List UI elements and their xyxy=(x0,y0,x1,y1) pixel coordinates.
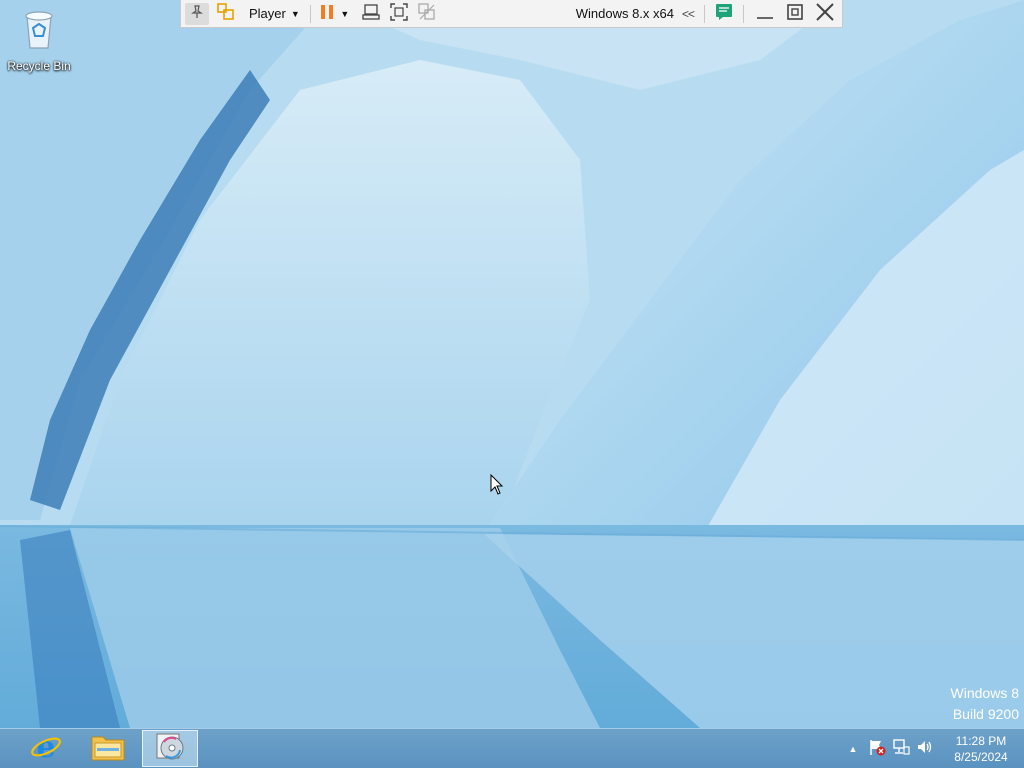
desktop-icon-label: Recycle Bin xyxy=(7,59,71,73)
restore-button[interactable] xyxy=(780,1,810,27)
system-tray: ▲ 11:28 PM 8/25/2024 xyxy=(844,729,1024,769)
chevron-down-icon: ▼ xyxy=(340,8,350,19)
desktop-wallpaper xyxy=(0,0,1024,768)
fullscreen-button[interactable] xyxy=(385,1,413,27)
pause-icon xyxy=(320,4,334,23)
action-center-button[interactable] xyxy=(868,738,886,761)
windows-build-watermark: Windows 8 Build 9200 xyxy=(951,683,1019,725)
unity-icon xyxy=(217,3,235,24)
fullscreen-icon xyxy=(390,3,408,24)
network-button[interactable] xyxy=(892,738,910,761)
svg-text:e: e xyxy=(36,730,55,762)
close-icon xyxy=(815,2,835,25)
collapse-toolbar-button[interactable]: << xyxy=(682,7,695,21)
chevron-up-icon: ▲ xyxy=(848,744,858,754)
action-center-flag-icon xyxy=(868,738,886,761)
taskbar-internet-explorer[interactable]: e xyxy=(18,730,74,767)
message-log-button[interactable] xyxy=(711,1,737,27)
send-ctrl-alt-del-icon xyxy=(362,3,380,24)
player-menu-label: Player xyxy=(249,6,286,21)
unity-button[interactable] xyxy=(213,1,239,27)
pin-icon xyxy=(190,5,204,22)
glacier-wallpaper-art xyxy=(0,0,1024,768)
clock-date: 8/25/2024 xyxy=(954,750,1008,764)
minimize-button[interactable] xyxy=(750,1,780,27)
taskbar: e ▲ 11:28 PM 8/25/2024 xyxy=(0,728,1024,768)
pause-button[interactable] xyxy=(317,1,337,27)
mouse-cursor-icon xyxy=(490,473,504,501)
watermark-edition: Windows 8 xyxy=(950,685,1019,701)
network-icon xyxy=(892,738,910,761)
recycle-bin-icon xyxy=(19,6,59,55)
volume-button[interactable] xyxy=(916,740,934,758)
file-explorer-icon xyxy=(91,731,125,766)
volume-icon xyxy=(916,738,934,761)
power-options-dropdown[interactable]: ▼ xyxy=(337,1,353,27)
internet-explorer-icon: e xyxy=(30,730,62,767)
restore-icon xyxy=(786,3,804,24)
message-log-icon xyxy=(715,3,733,24)
unity-exit-icon xyxy=(418,3,436,24)
taskbar-disc-app[interactable] xyxy=(142,730,198,767)
pin-toolbar-button[interactable] xyxy=(185,2,209,25)
toolbar-divider xyxy=(704,4,705,23)
taskbar-file-explorer[interactable] xyxy=(80,730,136,767)
vmware-player-toolbar: Player ▼ ▼ Windows 8.x x64 << xyxy=(180,0,843,28)
chevron-down-icon: ▼ xyxy=(290,8,300,19)
desktop-icon-recycle-bin[interactable]: Recycle Bin xyxy=(4,6,74,76)
watermark-build: Build 9200 xyxy=(952,706,1019,722)
unity-exit-button[interactable] xyxy=(413,1,441,27)
toolbar-divider xyxy=(743,4,744,23)
clock-time: 11:28 PM xyxy=(955,734,1007,748)
show-hidden-icons-button[interactable]: ▲ xyxy=(844,740,862,758)
player-menu-button[interactable]: Player ▼ xyxy=(239,1,304,27)
taskbar-clock[interactable]: 11:28 PM 8/25/2024 xyxy=(946,733,1016,765)
minimize-icon xyxy=(756,3,774,24)
disc-app-icon xyxy=(154,730,186,767)
close-button[interactable] xyxy=(810,1,840,27)
toolbar-divider xyxy=(309,4,311,23)
vm-name-label: Windows 8.x x64 xyxy=(575,6,674,21)
send-ctrl-alt-del-button[interactable] xyxy=(357,1,385,27)
